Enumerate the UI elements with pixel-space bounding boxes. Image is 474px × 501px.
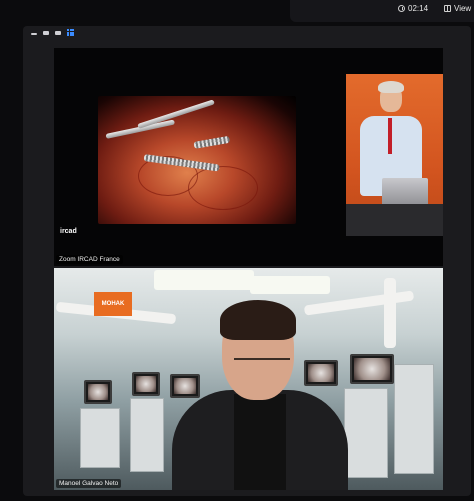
ceiling-light xyxy=(154,270,254,290)
or-monitor xyxy=(84,380,112,404)
surgical-boom-arm xyxy=(303,290,415,316)
ceiling-light xyxy=(250,276,330,294)
lanyard xyxy=(388,118,392,154)
endoscopic-video xyxy=(98,96,296,224)
clock-icon xyxy=(398,5,405,12)
view-button[interactable]: View xyxy=(444,4,471,13)
laptop xyxy=(382,178,428,206)
timer-text: 02:14 xyxy=(408,4,429,13)
or-monitor xyxy=(350,354,394,384)
presenter-hair xyxy=(378,81,404,93)
equipment-cart xyxy=(130,398,164,472)
equipment-cart xyxy=(344,388,388,478)
participant-hair xyxy=(220,300,296,340)
minimize-icon[interactable] xyxy=(31,33,37,35)
video-tile-manoel[interactable]: MOHAK Manoel Galvao Neto xyxy=(54,268,443,490)
equipment-cart xyxy=(394,364,434,474)
meeting-timer: 02:14 xyxy=(398,4,428,13)
zoom-meeting-screen: 02:14 View ircad Zoom IRCAD France MOHAK… xyxy=(0,0,474,501)
window-controls xyxy=(31,29,74,36)
gallery-view-icon[interactable] xyxy=(67,29,74,36)
ircad-watermark: ircad xyxy=(60,228,77,235)
restore-icon[interactable] xyxy=(43,30,49,35)
or-monitor xyxy=(170,374,200,398)
view-button-label: View xyxy=(454,4,472,13)
participant-shirt xyxy=(234,394,286,490)
speaker-view-icon[interactable] xyxy=(55,30,61,35)
participant-glasses xyxy=(234,358,290,370)
participant-name-label: Manoel Galvao Neto xyxy=(56,479,122,488)
or-monitor xyxy=(304,360,338,386)
equipment-cart xyxy=(80,408,120,468)
tissue-vessel xyxy=(188,166,258,210)
participant-name-label: Zoom IRCAD France xyxy=(56,255,123,264)
podium xyxy=(346,204,443,236)
video-tile-ircad[interactable]: ircad Zoom IRCAD France xyxy=(54,48,443,266)
grid-icon xyxy=(444,5,451,12)
or-monitor xyxy=(132,372,160,396)
surgical-stapler xyxy=(193,135,231,149)
surgical-tool xyxy=(137,99,215,129)
presenter-inset xyxy=(346,74,443,236)
mohak-logo: MOHAK xyxy=(94,292,132,316)
surgical-boom-arm xyxy=(384,278,396,348)
